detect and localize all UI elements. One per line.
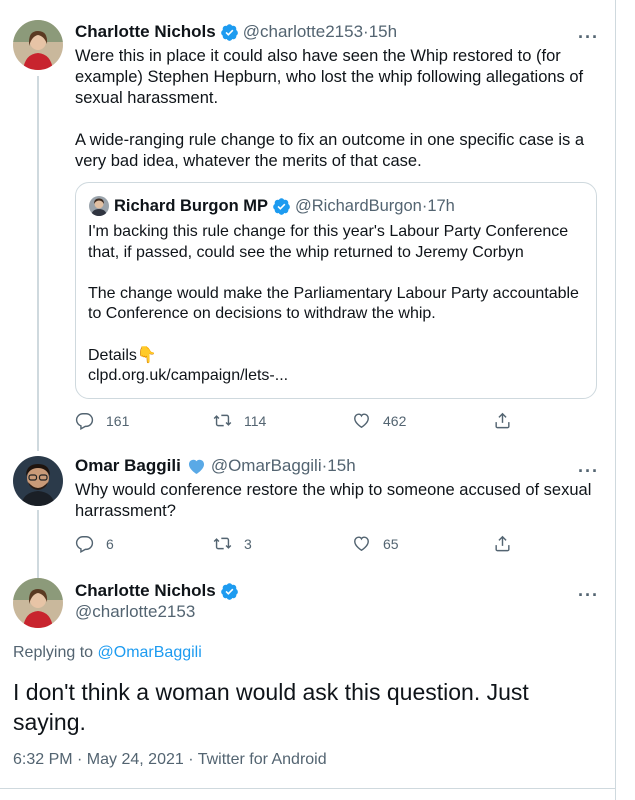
- avatar-omar[interactable]: [13, 456, 63, 506]
- replying-to-link[interactable]: @OmarBaggili: [98, 644, 202, 661]
- thread-line: [37, 510, 39, 582]
- verified-badge-icon: [220, 23, 238, 41]
- thread-line: [37, 76, 39, 451]
- like-icon: [354, 413, 369, 429]
- author-handle[interactable]: @OmarBaggili: [211, 455, 322, 477]
- quote-author-handle: @RichardBurgon: [295, 197, 422, 215]
- more-icon[interactable]: ···: [578, 28, 599, 46]
- main-author-handle-row: @charlotte2153: [75, 601, 195, 623]
- retweet-button[interactable]: 3: [213, 534, 252, 553]
- replying-to-label: Replying to: [13, 644, 98, 661]
- reply-button[interactable]: 6: [75, 534, 114, 553]
- tweet1-actions: 161 114 462: [75, 411, 525, 433]
- blue-heart-icon: [188, 459, 204, 474]
- retweet-count: 114: [244, 412, 267, 429]
- retweet-icon: [213, 414, 232, 427]
- replying-to: Replying to @OmarBaggili: [13, 644, 202, 662]
- author-handle[interactable]: @charlotte2153: [75, 601, 195, 623]
- main-author-name-row: Charlotte Nichols: [75, 580, 243, 602]
- tweet1-header: Charlotte Nichols @charlotte2153 · 15h: [75, 21, 397, 43]
- avatar-richard: [89, 196, 109, 216]
- like-button[interactable]: 65: [352, 534, 399, 553]
- reply-icon: [75, 536, 94, 553]
- tweet2-header: Omar Baggili @OmarBaggili · 15h: [75, 455, 356, 477]
- main-tweet-text: I don't think a woman would ask this que…: [13, 679, 529, 735]
- retweet-button[interactable]: 114: [213, 411, 266, 430]
- author-name[interactable]: Charlotte Nichols: [75, 21, 216, 43]
- quote-header: Richard Burgon MP @RichardBurgon · 17h: [114, 195, 455, 217]
- more-icon[interactable]: ···: [578, 586, 599, 604]
- tweet-time[interactable]: 15h: [327, 455, 355, 477]
- reply-count: 6: [106, 535, 114, 552]
- tweet2-text: Why would conference restore the whip to…: [75, 481, 592, 520]
- verified-badge-icon: [220, 582, 238, 600]
- share-button[interactable]: [493, 411, 524, 430]
- tweet-time[interactable]: 15h: [369, 21, 397, 43]
- tweet1-text: Were this in place it could also have se…: [75, 47, 585, 170]
- like-button[interactable]: 462: [352, 411, 406, 430]
- divider: [0, 788, 615, 789]
- timeline-border: [615, 0, 616, 800]
- avatar-charlotte[interactable]: [13, 20, 63, 70]
- retweet-count: 3: [244, 535, 252, 552]
- share-icon: [495, 535, 510, 552]
- tweet2-actions: 6 3 65: [75, 534, 525, 556]
- share-icon: [495, 412, 510, 429]
- author-name[interactable]: Charlotte Nichols: [75, 580, 216, 602]
- like-count: 462: [383, 412, 407, 429]
- reply-icon: [75, 413, 94, 430]
- author-name[interactable]: Omar Baggili: [75, 455, 181, 477]
- quote-text: I'm backing this rule change for this ye…: [88, 223, 579, 385]
- retweet-icon: [213, 537, 232, 550]
- share-button[interactable]: [493, 534, 524, 553]
- verified-badge-icon: [273, 197, 290, 215]
- author-handle[interactable]: @charlotte2153: [243, 21, 363, 43]
- reply-button[interactable]: 161: [75, 411, 129, 430]
- more-icon[interactable]: ···: [578, 462, 599, 480]
- tweet-timestamp[interactable]: 6:32 PM · May 24, 2021 · Twitter for And…: [13, 751, 327, 769]
- quote-time: 17h: [427, 197, 455, 215]
- quote-author-name: Richard Burgon MP: [114, 197, 269, 215]
- avatar-charlotte[interactable]: [13, 578, 63, 628]
- like-icon: [354, 536, 369, 552]
- quoted-tweet[interactable]: Richard Burgon MP @RichardBurgon · 17h I…: [75, 182, 597, 399]
- reply-count: 161: [106, 412, 130, 429]
- like-count: 65: [383, 535, 399, 552]
